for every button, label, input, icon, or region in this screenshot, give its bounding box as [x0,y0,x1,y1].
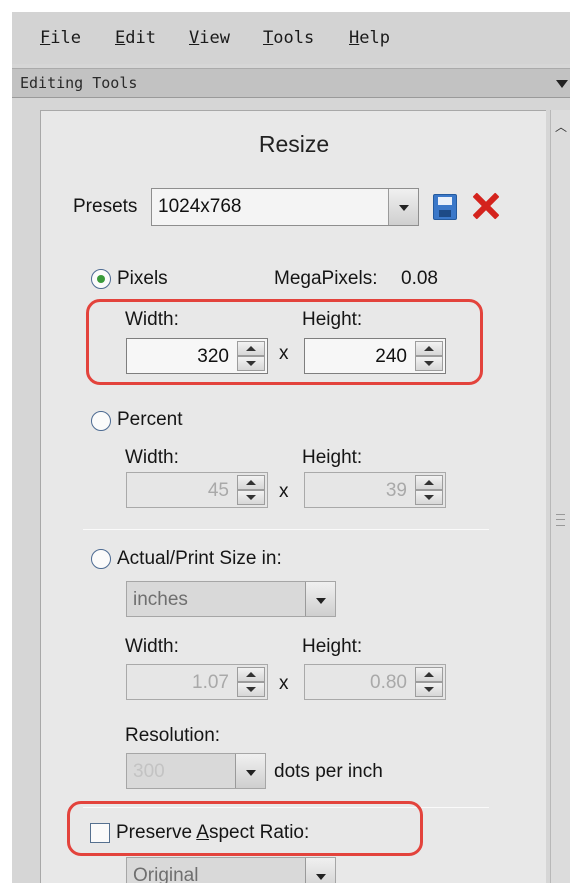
unit-select[interactable]: inches [126,581,336,617]
pixels-width-label: Width: [125,309,179,330]
menu-help[interactable]: Help [349,28,390,48]
megapixels-value: 0.08 [401,268,438,289]
preserve-aspect-label[interactable]: Preserve Aspect Ratio: [116,822,309,844]
actual-width-label: Width: [125,636,179,657]
scroll-up-icon[interactable]: ︿ [555,118,567,135]
width-stepper[interactable] [237,667,265,697]
resolution-select[interactable]: 300 [126,753,266,789]
pixels-radio[interactable] [91,269,111,289]
percent-width-input[interactable]: 45 [126,472,268,508]
chevron-down-icon[interactable] [305,858,335,883]
resolution-label: Resolution: [125,725,221,746]
height-stepper[interactable] [415,667,443,697]
percent-width-label: Width: [125,447,179,468]
editing-tools-header[interactable]: Editing Tools [12,68,570,98]
spin-down-icon[interactable] [237,682,265,697]
pixels-label: Pixels [117,268,168,289]
spin-down-icon[interactable] [415,490,443,505]
percent-height-input[interactable]: 39 [304,472,446,508]
percent-label: Percent [117,409,183,430]
menu-view[interactable]: View [189,28,230,48]
megapixels-label: MegaPixels: [274,268,378,289]
actual-width-input[interactable]: 1.07 [126,664,268,700]
pixels-height-label: Height: [302,309,363,330]
scroll-grip[interactable] [556,514,565,526]
spin-up-icon[interactable] [237,475,265,490]
spin-down-icon[interactable] [415,682,443,697]
vertical-scrollbar[interactable]: ︿ [550,110,570,883]
times-sign: x [279,343,289,364]
delete-icon[interactable] [471,192,499,220]
menu-tools[interactable]: Tools [263,28,314,48]
chevron-down-icon[interactable] [235,754,265,788]
presets-value: 1024x768 [158,196,242,217]
spin-up-icon[interactable] [237,667,265,682]
menu-file[interactable]: File [40,28,81,48]
times-sign: x [279,673,289,694]
height-stepper[interactable] [415,475,443,505]
resolution-unit-label: dots per inch [274,761,383,782]
spin-down-icon[interactable] [237,490,265,505]
spin-up-icon[interactable] [415,475,443,490]
actual-height-input[interactable]: 0.80 [304,664,446,700]
spin-up-icon[interactable] [415,667,443,682]
save-icon[interactable] [433,194,457,220]
percent-radio[interactable] [91,411,111,431]
times-sign: x [279,481,289,502]
width-stepper[interactable] [237,341,265,371]
chevron-down-icon[interactable] [556,80,568,88]
spin-down-icon[interactable] [237,356,265,371]
chevron-down-icon[interactable] [305,582,335,616]
height-stepper[interactable] [415,341,443,371]
separator [83,529,489,530]
spin-up-icon[interactable] [415,341,443,356]
presets-label: Presets [73,196,138,217]
application-window: File Edit View Tools Help Editing Tools … [12,12,570,883]
actual-size-label: Actual/Print Size in: [117,548,282,569]
pixels-width-input[interactable]: 320 [126,338,268,374]
spin-down-icon[interactable] [415,356,443,371]
resize-panel: Resize Presets 1024x768 Pixels MegaPixel… [40,110,546,883]
pixels-height-input[interactable]: 240 [304,338,446,374]
width-stepper[interactable] [237,475,265,505]
preserve-aspect-checkbox[interactable] [90,823,110,843]
percent-height-label: Height: [302,447,363,468]
chevron-down-icon[interactable] [388,189,418,225]
menu-edit[interactable]: Edit [115,28,156,48]
panel-title: Resize [258,131,330,157]
spin-up-icon[interactable] [237,341,265,356]
presets-select[interactable]: 1024x768 [151,188,419,226]
aspect-option-select[interactable]: Original [126,857,336,883]
actual-height-label: Height: [302,636,363,657]
editing-tools-title: Editing Tools [20,74,138,92]
menu-bar: File Edit View Tools Help [12,12,570,64]
actual-size-radio[interactable] [91,549,111,569]
